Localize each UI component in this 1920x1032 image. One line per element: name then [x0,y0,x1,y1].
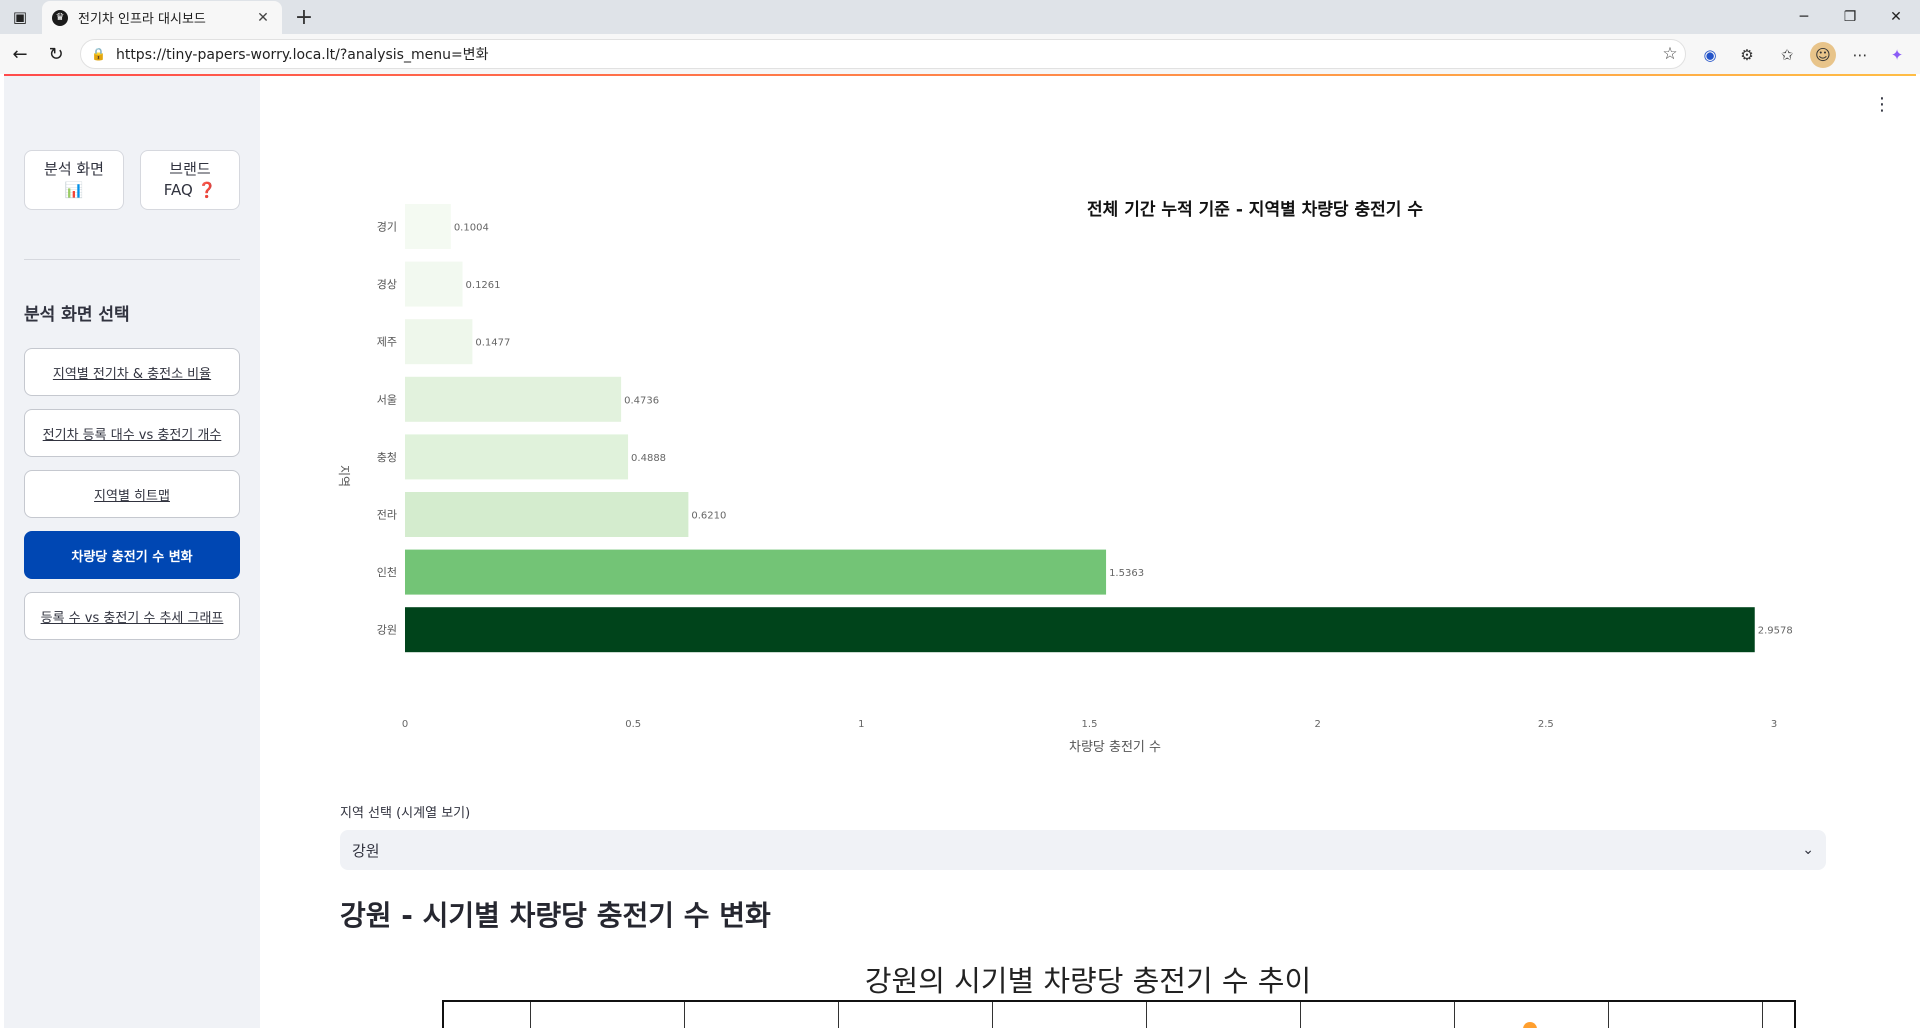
favorite-star-icon[interactable]: ☆ [1655,44,1685,64]
sidebar: 분석 화면 📊 브랜드 FAQ ❓ 분석 화면 선택 지역별 전기차 & 충전소… [4,76,260,1028]
bar-chart: 전체 기간 누적 기준 - 지역별 차량당 충전기 수 지역 차량당 충전기 수… [337,200,1793,755]
bar-6 [405,549,1107,595]
favorites-icon[interactable]: ✩ [1774,42,1800,68]
bar-value-label: 0.1477 [475,338,510,349]
bar-value-label: 0.4888 [631,453,666,464]
chart-x-axis-label: 차량당 충전기 수 [1069,740,1161,755]
bar-value-label: 2.9578 [1758,626,1793,637]
timeseries-gridline [684,1002,685,1028]
brand-faq-button[interactable]: 브랜드 FAQ ❓ [140,150,240,210]
url-text[interactable]: https://tiny-papers-worry.loca.lt/?analy… [116,44,1655,64]
bar-2 [405,319,473,365]
sidebar-item-chargers-per-vehicle[interactable]: 차량당 충전기 수 변화 [24,531,240,579]
x-tick-label: 2 [1314,719,1320,730]
url-field[interactable]: 🔒 https://tiny-papers-worry.loca.lt/?ana… [80,39,1686,69]
sidebar-item-registration-vs-chargers[interactable]: 전기차 등록 대수 vs 충전기 개수 [24,409,240,457]
sidebar-heading: 분석 화면 선택 [24,305,130,325]
section-title: 강원 - 시기별 차량당 충전기 수 변화 [340,899,771,932]
brand-faq-label: 브랜드 [169,160,211,178]
browser-tab[interactable]: ♛ 전기차 인프라 대시보드 ✕ [42,1,282,34]
sidebar-item-heatmap[interactable]: 지역별 히트맵 [24,470,240,518]
bar-value-label: 0.1004 [454,223,489,234]
browser-tab-bar: ▣ ♛ 전기차 인프라 대시보드 ✕ + ─ ❐ ✕ [0,0,1920,34]
y-tick-label: 전라 [377,509,397,522]
close-window-icon[interactable]: ✕ [1874,0,1918,34]
sidebar-item-ratio[interactable]: 지역별 전기차 & 충전소 비율 [24,348,240,396]
back-arrow-icon[interactable]: ← [6,40,34,68]
extensions-puzzle-icon[interactable]: ⚙ [1734,42,1760,68]
question-emoji-icon: FAQ ❓ [163,181,217,199]
x-tick-label: 0.5 [625,719,641,730]
region-select[interactable]: 강원 ⌄ [340,830,1826,870]
x-tick-label: 3 [1771,719,1777,730]
extension-icon[interactable]: ◉ [1697,42,1723,68]
bar-4 [405,434,629,480]
bar-1 [405,261,463,307]
address-bar: ← ↻ 🔒 https://tiny-papers-worry.loca.lt/… [0,34,1920,74]
chart-emoji-icon: 📊 [64,181,84,199]
x-tick-label: 1.5 [1082,719,1098,730]
x-tick-label: 2.5 [1538,719,1554,730]
bar-3 [405,376,622,422]
reload-icon[interactable]: ↻ [42,40,70,68]
timeseries-chart-title: 강원의 시기별 차량당 충전기 수 추이 [864,964,1312,998]
sidebar-divider [24,259,240,260]
chevron-down-icon[interactable]: ⌄ [1802,842,1814,858]
chart-y-axis-label: 지역 [337,465,351,487]
bar-5 [405,492,689,537]
x-tick-label: 1 [858,719,864,730]
timeseries-gridline [530,1002,531,1028]
streamlit-favicon-icon: ♛ [52,9,68,26]
region-select-label: 지역 선택 (시계열 보기) [340,806,471,821]
chart-title: 전체 기간 누적 기준 - 지역별 차량당 충전기 수 [1087,200,1423,220]
y-tick-label: 강원 [377,624,397,637]
profile-avatar-icon[interactable]: ☺ [1810,42,1836,68]
bar-value-label: 0.6210 [691,511,726,522]
timeseries-gridline [1762,1002,1763,1028]
close-icon[interactable]: ✕ [254,10,272,26]
x-tick-label: 0 [402,719,408,730]
timeseries-gridline [1608,1002,1609,1028]
timeseries-gridline [1300,1002,1301,1028]
bar-value-label: 0.4736 [624,395,659,406]
analysis-view-button[interactable]: 분석 화면 📊 [24,150,124,210]
y-tick-label: 충청 [377,451,397,464]
tab-actions-icon[interactable]: ▣ [8,5,32,29]
y-tick-label: 경기 [377,221,397,234]
y-tick-label: 인천 [377,565,397,579]
timeseries-gridline [1146,1002,1147,1028]
bar-0 [405,204,451,249]
sidebar-item-trend-graph[interactable]: 등록 수 vs 충전기 수 추세 그래프 [24,592,240,640]
region-select-value[interactable]: 강원 [352,840,380,861]
more-menu-icon[interactable]: ⋯ [1847,42,1873,68]
new-tab-icon[interactable]: + [290,3,318,31]
main-content: ⋮ 전체 기간 누적 기준 - 지역별 차량당 충전기 수 지역 차량당 충전기… [260,76,1916,1028]
timeseries-gridline [838,1002,839,1028]
analysis-view-label: 분석 화면 [44,160,104,178]
bar-7 [405,607,1755,653]
timeseries-gridline [992,1002,993,1028]
restore-icon[interactable]: ❐ [1828,0,1872,34]
timeseries-gridline [1454,1002,1455,1028]
minimize-icon[interactable]: ─ [1782,0,1826,34]
tab-title: 전기차 인프라 대시보드 [78,12,206,27]
y-tick-label: 제주 [377,336,397,349]
copilot-icon[interactable]: ✦ [1884,42,1910,68]
bar-value-label: 1.5363 [1109,568,1144,579]
bar-value-label: 0.1261 [466,280,501,291]
lock-icon[interactable]: 🔒 [91,47,106,61]
timeseries-chart-frame [442,1000,1796,1028]
y-tick-label: 서울 [377,393,397,406]
y-tick-label: 경상 [377,278,397,291]
